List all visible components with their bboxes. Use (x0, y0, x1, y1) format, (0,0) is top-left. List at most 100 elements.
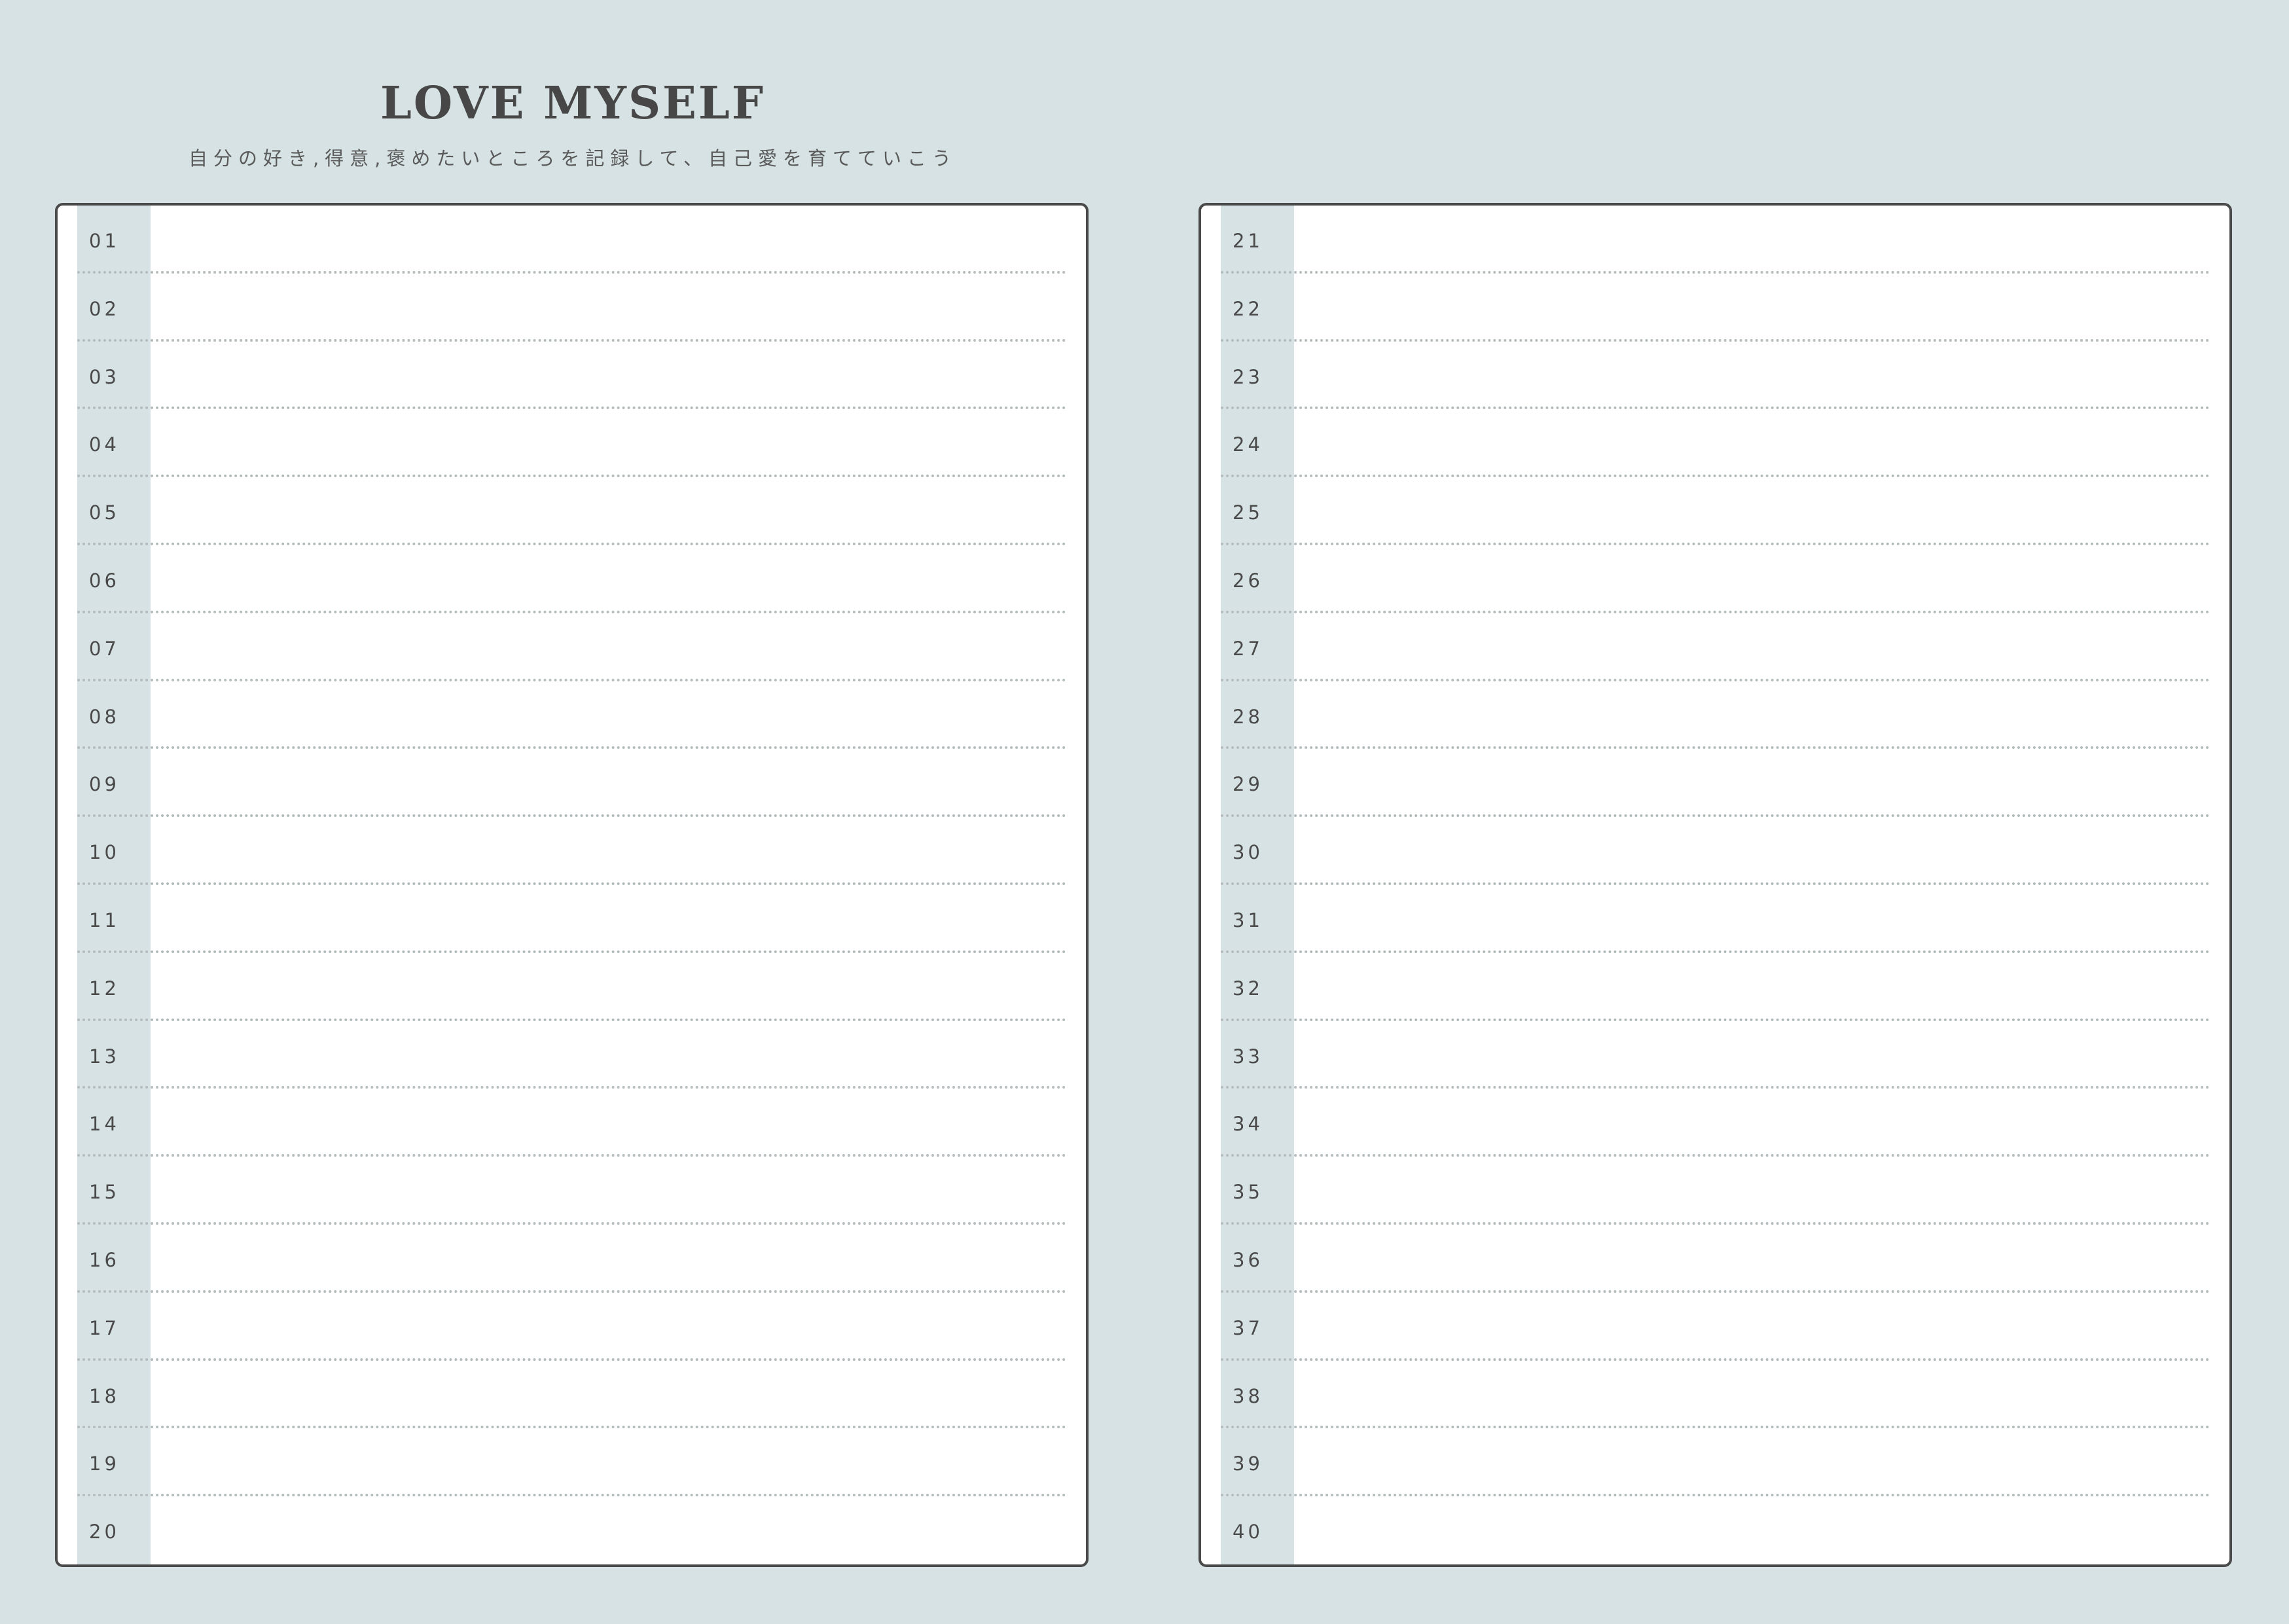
row-number: 16 (89, 1248, 120, 1271)
entry-line[interactable] (151, 613, 1066, 679)
entry-line[interactable] (151, 1293, 1066, 1358)
row-number: 21 (1233, 230, 1263, 252)
row-number: 14 (89, 1113, 120, 1136)
list-row: 34 (1221, 1089, 2210, 1157)
entry-line[interactable] (1294, 409, 2210, 475)
list-row: 08 (77, 681, 1066, 749)
row-number: 35 (1233, 1181, 1263, 1204)
list-row: 32 (1221, 953, 2210, 1021)
row-number: 08 (89, 705, 120, 728)
row-number: 09 (89, 773, 120, 796)
entry-line[interactable] (151, 477, 1066, 543)
entry-line[interactable] (151, 749, 1066, 814)
list-row: 14 (77, 1089, 1066, 1157)
entry-line[interactable] (1294, 1089, 2210, 1154)
entry-line[interactable] (151, 409, 1066, 475)
entry-line[interactable] (1294, 206, 2210, 271)
entry-line[interactable] (1294, 1293, 2210, 1358)
row-number: 13 (89, 1045, 120, 1068)
list-row: 20 (77, 1496, 1066, 1564)
entry-line[interactable] (1294, 545, 2210, 611)
row-number: 17 (89, 1316, 120, 1339)
list-row: 24 (1221, 409, 2210, 478)
row-number: 26 (1233, 569, 1263, 592)
row-number: 18 (89, 1384, 120, 1407)
list-row: 36 (1221, 1225, 2210, 1293)
entry-line[interactable] (1294, 1021, 2210, 1087)
row-number: 06 (89, 569, 120, 592)
row-number: 11 (89, 909, 120, 931)
entry-line[interactable] (151, 206, 1066, 271)
row-number: 27 (1233, 637, 1263, 660)
entry-line[interactable] (1294, 1428, 2210, 1494)
entry-line[interactable] (151, 1428, 1066, 1494)
list-panel-left: 01 02 03 04 05 06 07 08 09 10 11 12 13 14 15 16 17 18 19 20 (55, 203, 1089, 1567)
entry-line[interactable] (151, 953, 1066, 1019)
row-number: 20 (89, 1521, 120, 1543)
entry-line[interactable] (151, 681, 1066, 747)
list-row: 16 (77, 1225, 1066, 1293)
entry-line[interactable] (151, 817, 1066, 882)
list-row: 15 (77, 1157, 1066, 1225)
entry-line[interactable] (151, 545, 1066, 611)
list-row: 06 (77, 545, 1066, 613)
row-number: 03 (89, 365, 120, 388)
row-number: 33 (1233, 1045, 1263, 1068)
list-row: 11 (77, 885, 1066, 953)
entry-line[interactable] (1294, 1225, 2210, 1290)
entry-line[interactable] (151, 1157, 1066, 1222)
list-row: 01 (77, 206, 1066, 274)
list-row: 18 (77, 1361, 1066, 1429)
row-number: 31 (1233, 909, 1263, 931)
entry-line[interactable] (151, 1089, 1066, 1154)
row-number: 04 (89, 433, 120, 456)
list-row: 19 (77, 1428, 1066, 1497)
entry-line[interactable] (1294, 342, 2210, 407)
row-number: 22 (1233, 297, 1263, 320)
row-number: 19 (89, 1453, 120, 1475)
list-row: 30 (1221, 817, 2210, 885)
entry-line[interactable] (1294, 1361, 2210, 1426)
list-panel-right: 21 22 23 24 25 26 27 28 29 30 31 32 33 34 35 36 37 38 39 40 (1199, 203, 2232, 1567)
row-number: 24 (1233, 433, 1263, 456)
entry-line[interactable] (151, 1225, 1066, 1290)
row-number: 15 (89, 1181, 120, 1204)
list-row: 07 (77, 613, 1066, 681)
entry-line[interactable] (151, 1496, 1066, 1564)
entry-line[interactable] (1294, 613, 2210, 679)
list-row: 38 (1221, 1361, 2210, 1429)
entry-line[interactable] (1294, 1157, 2210, 1222)
entry-line[interactable] (151, 342, 1066, 407)
entry-line[interactable] (1294, 274, 2210, 339)
list-row: 35 (1221, 1157, 2210, 1225)
entry-line[interactable] (1294, 681, 2210, 747)
entry-line[interactable] (1294, 885, 2210, 950)
entry-line[interactable] (151, 1361, 1066, 1426)
row-number: 28 (1233, 705, 1263, 728)
row-number: 25 (1233, 501, 1263, 524)
list-row: 03 (77, 342, 1066, 410)
row-number: 38 (1233, 1384, 1263, 1407)
page-title: LOVE MYSELF (380, 77, 765, 130)
list-row: 21 (1221, 206, 2210, 274)
row-number: 10 (89, 841, 120, 864)
entry-line[interactable] (151, 885, 1066, 950)
list-row: 13 (77, 1021, 1066, 1089)
entry-line[interactable] (1294, 953, 2210, 1019)
row-list: 01 02 03 04 05 06 07 08 09 10 11 12 13 14 15 16 17 18 19 20 (77, 206, 1066, 1564)
entry-line[interactable] (151, 274, 1066, 339)
entry-line[interactable] (1294, 817, 2210, 882)
row-number: 02 (89, 297, 120, 320)
row-number: 05 (89, 501, 120, 524)
list-row: 23 (1221, 342, 2210, 410)
entry-line[interactable] (1294, 749, 2210, 814)
row-number: 07 (89, 637, 120, 660)
entry-line[interactable] (151, 1021, 1066, 1087)
entry-line[interactable] (1294, 477, 2210, 543)
list-row: 29 (1221, 749, 2210, 818)
entry-line[interactable] (1294, 1496, 2210, 1564)
row-number: 40 (1233, 1521, 1263, 1543)
list-row: 25 (1221, 477, 2210, 545)
list-row: 09 (77, 749, 1066, 818)
row-number: 36 (1233, 1248, 1263, 1271)
